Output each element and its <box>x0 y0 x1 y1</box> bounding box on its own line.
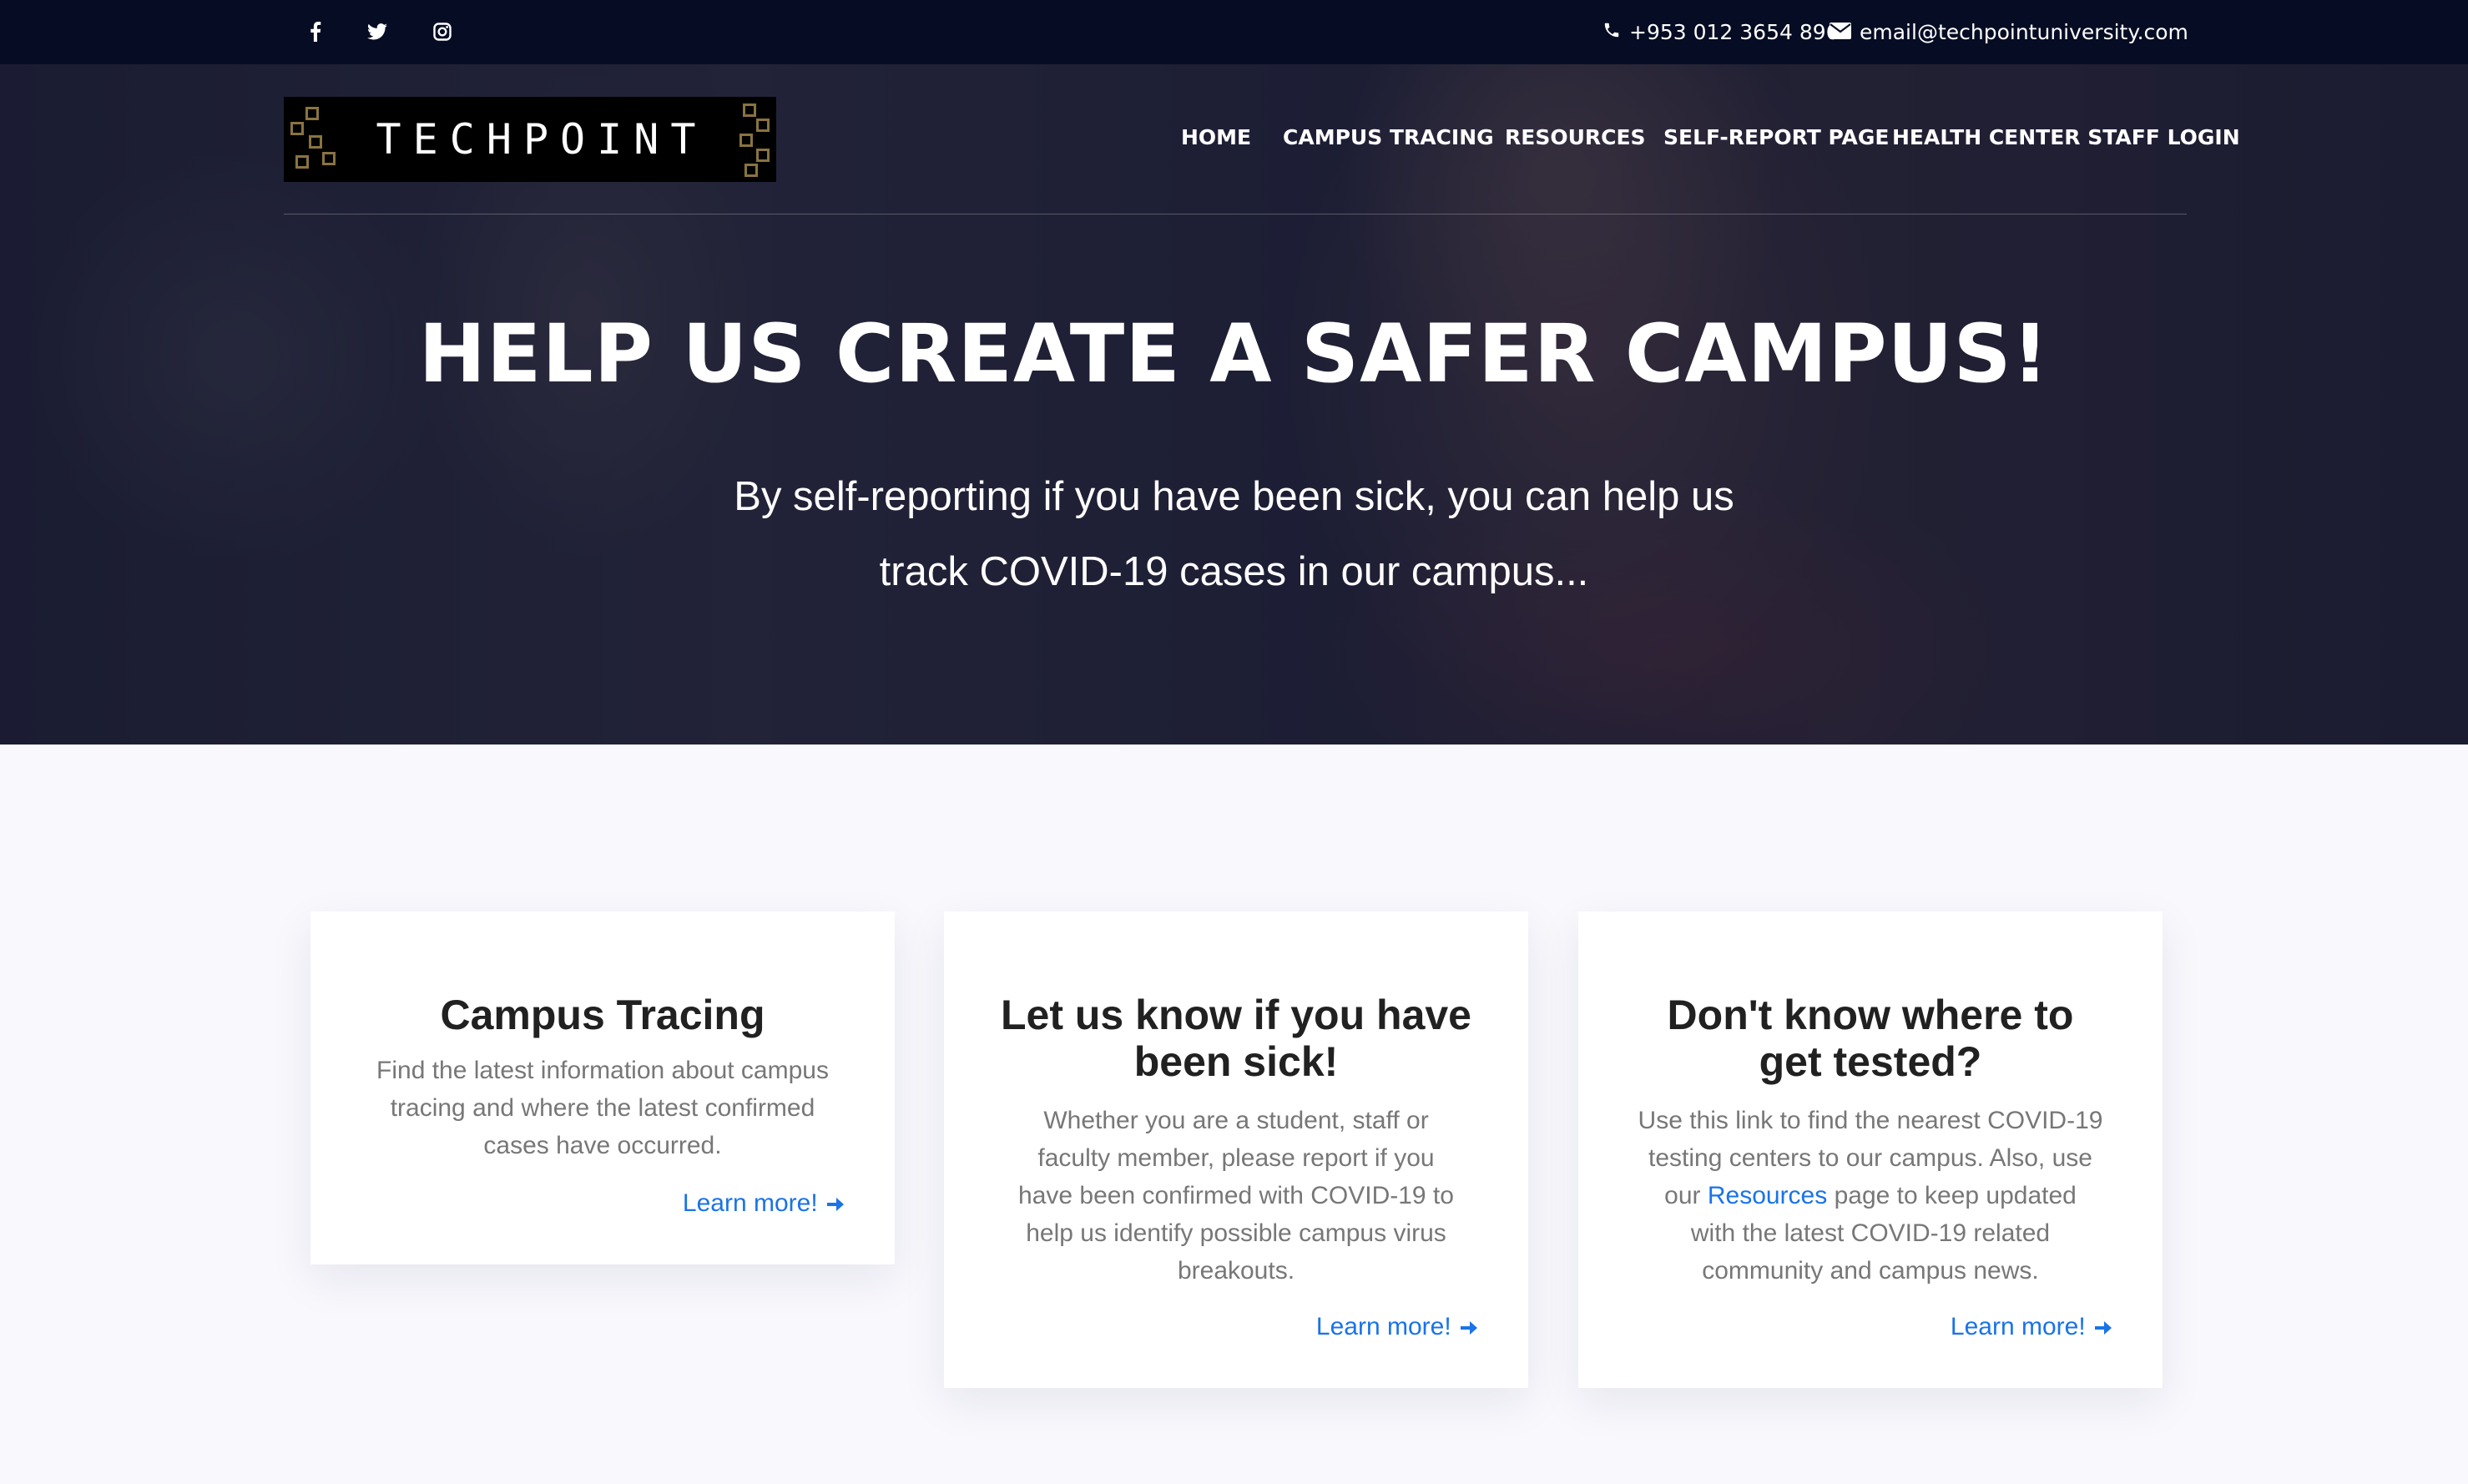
logo-square <box>309 135 322 149</box>
card-text-line: cases have occurred. <box>483 1132 722 1159</box>
card-title-line: Don't know where to <box>1667 992 2074 1038</box>
logo-square <box>744 164 758 177</box>
card-text-line: community and campus news. <box>1702 1257 2039 1285</box>
logo-square <box>739 134 753 147</box>
card-text-fragment: our <box>1664 1182 1708 1209</box>
card-text-line: tracing and where the latest confirmed <box>390 1094 815 1122</box>
nav-home[interactable]: HOME <box>1181 125 1251 149</box>
card-text-line: with the latest COVID-19 related <box>1690 1219 2051 1247</box>
techpoint-logo[interactable]: TECHPOINT <box>284 97 776 182</box>
card-text-line: faculty member, please report if you <box>1037 1144 1435 1172</box>
card-text-line: breakouts. <box>1177 1257 1295 1285</box>
arrow-right-icon <box>2092 1313 2112 1340</box>
card-title-line: Let us know if you have <box>1001 992 1471 1038</box>
hero-subtitle-line: By self-reporting if you have been sick,… <box>734 474 1734 519</box>
logo-square <box>295 155 309 169</box>
card-text-line: testing centers to our campus. Also, use <box>1648 1144 2092 1172</box>
card-text-line: help us identify possible campus virus <box>1026 1219 1446 1247</box>
resources-link[interactable]: Resources <box>1708 1182 1827 1209</box>
nav-health-center-login[interactable]: HEALTH CENTER STAFF LOGIN <box>1892 125 2240 149</box>
card-text-line: Whether you are a student, staff or <box>1043 1107 1429 1134</box>
nav-self-report[interactable]: SELF-REPORT PAGE <box>1663 125 1889 149</box>
hero-title: HELP US CREATE A SAFER CAMPUS! <box>418 307 2050 401</box>
nav-campus-tracing[interactable]: CAMPUS TRACING <box>1283 125 1494 149</box>
hero-subtitle: By self-reporting if you have been sick,… <box>0 459 2468 609</box>
card-text-fragment: page to keep updated <box>1827 1182 2077 1209</box>
learn-more-label: Learn more! <box>682 1189 818 1217</box>
logo-square <box>322 152 336 165</box>
nav-resources[interactable]: RESOURCES <box>1505 125 1646 149</box>
envelope-icon <box>1830 20 1851 44</box>
phone-icon <box>1602 20 1621 44</box>
email-contact[interactable]: email@techpointuniversity.com <box>1830 0 2188 64</box>
nav-divider <box>284 214 2187 215</box>
arrow-right-icon <box>1458 1313 1478 1340</box>
learn-more-label: Learn more! <box>1950 1313 2086 1340</box>
instagram-icon[interactable] <box>429 18 456 45</box>
card-self-report: Let us know if you have been sick! Wheth… <box>944 911 1528 1388</box>
logo-square <box>743 103 756 117</box>
top-bar: +953 012 3654 896 email@techpointunivers… <box>0 0 2468 64</box>
card-title: Campus Tracing <box>440 992 765 1038</box>
facebook-icon[interactable] <box>302 18 329 45</box>
logo-text: TECHPOINT <box>376 115 708 164</box>
email-address: email@techpointuniversity.com <box>1860 20 2188 44</box>
card-title: Let us know if you have been sick! <box>944 992 1528 1085</box>
learn-more-link[interactable]: Learn more! <box>1316 1313 1478 1341</box>
logo-square <box>756 149 770 162</box>
logo-square <box>290 122 304 135</box>
card-text: Use this link to find the nearest COVID-… <box>1578 1102 2163 1290</box>
logo-square <box>305 107 319 120</box>
arrow-right-icon <box>825 1189 845 1217</box>
card-get-tested: Don't know where to get tested? Use this… <box>1578 911 2163 1388</box>
card-title-line: get tested? <box>1759 1038 1982 1085</box>
card-text: Find the latest information about campus… <box>310 1052 895 1164</box>
hero-subtitle-line: track COVID-19 cases in our campus... <box>879 549 1589 594</box>
twitter-icon[interactable] <box>364 18 391 45</box>
phone-number: +953 012 3654 896 <box>1629 20 1840 44</box>
card-campus-tracing: Campus Tracing Find the latest informati… <box>310 911 895 1264</box>
learn-more-label: Learn more! <box>1315 1313 1451 1340</box>
learn-more-link[interactable]: Learn more! <box>683 1189 845 1218</box>
card-title: Don't know where to get tested? <box>1578 992 2163 1085</box>
card-text: Whether you are a student, staff or facu… <box>944 1102 1528 1290</box>
card-text-line: Find the latest information about campus <box>376 1057 829 1084</box>
card-title-line: been sick! <box>1133 1038 1339 1085</box>
card-text-line: Use this link to find the nearest COVID-… <box>1638 1107 2103 1134</box>
card-text-line: have been confirmed with COVID-19 to <box>1018 1182 1454 1209</box>
logo-square <box>756 119 770 132</box>
learn-more-link[interactable]: Learn more! <box>1951 1313 2112 1341</box>
phone-contact[interactable]: +953 012 3654 896 <box>1602 0 1840 64</box>
